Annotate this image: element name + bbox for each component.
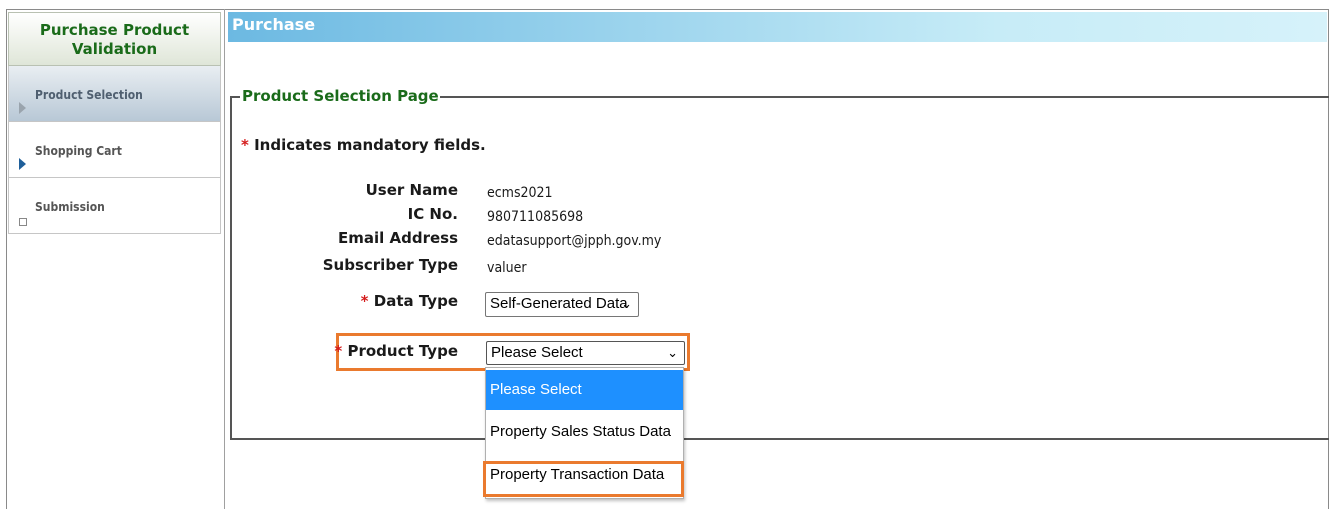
frame-right-border bbox=[1328, 9, 1329, 509]
email-address-label: Email Address bbox=[337, 229, 458, 247]
sidebar-item-label: Submission bbox=[35, 200, 105, 214]
sidebar-item-label: Product Selection bbox=[35, 88, 143, 102]
data-type-select[interactable]: Self-Generated Data ⌄ bbox=[485, 292, 639, 317]
page-header: Purchase bbox=[228, 12, 1327, 42]
email-address-value: edatasupport@jpph.gov.my bbox=[487, 233, 662, 249]
option-property-sales-status-data[interactable]: Property Sales Status Data bbox=[486, 412, 683, 452]
mandatory-note: * Indicates mandatory fields. bbox=[241, 136, 486, 154]
subscriber-type-value: valuer bbox=[487, 260, 527, 276]
fieldset-border-top-right bbox=[418, 96, 1329, 98]
frame-top-border bbox=[6, 9, 1329, 10]
square-icon bbox=[19, 218, 27, 226]
sidebar-title: Purchase Product Validation bbox=[8, 12, 221, 66]
data-type-label-text: Data Type bbox=[373, 292, 458, 310]
chevron-down-icon: ⌄ bbox=[621, 296, 632, 311]
user-name-label: User Name bbox=[365, 181, 458, 199]
option-please-select[interactable]: Please Select bbox=[486, 370, 683, 410]
data-type-selected-value: Self-Generated Data bbox=[490, 295, 628, 312]
ic-no-value: 980711085698 bbox=[487, 209, 584, 225]
triangle-right-icon bbox=[19, 158, 26, 170]
ic-no-label: IC No. bbox=[407, 205, 458, 223]
sidebar-item-product-selection[interactable]: Product Selection bbox=[8, 66, 221, 122]
required-mark: * bbox=[360, 292, 369, 310]
product-type-label-text: Product Type bbox=[347, 342, 458, 360]
transaction-option-highlight bbox=[483, 461, 684, 497]
fieldset-legend: Product Selection Page bbox=[241, 87, 440, 105]
product-type-select[interactable]: Please Select ⌄ bbox=[486, 341, 685, 365]
frame-left-border bbox=[6, 9, 7, 509]
sidebar-item-shopping-cart[interactable]: Shopping Cart bbox=[8, 122, 221, 178]
user-name-value: ecms2021 bbox=[487, 185, 553, 201]
required-mark: * bbox=[334, 342, 343, 360]
fieldset-border-bottom bbox=[230, 438, 1329, 440]
data-type-label: * Data Type bbox=[228, 292, 458, 310]
required-mark: * bbox=[241, 136, 249, 154]
product-type-label: * Product Type bbox=[228, 342, 458, 360]
sidebar-item-submission[interactable]: Submission bbox=[8, 178, 221, 234]
subscriber-type-label: Subscriber Type bbox=[322, 256, 458, 274]
sidebar-item-label: Shopping Cart bbox=[35, 144, 122, 158]
sidebar-divider bbox=[224, 9, 225, 509]
mandatory-note-text: Indicates mandatory fields. bbox=[254, 136, 486, 154]
chevron-down-icon: ⌄ bbox=[667, 345, 678, 360]
triangle-right-icon bbox=[19, 102, 26, 114]
product-type-selected-value: Please Select bbox=[491, 344, 583, 361]
